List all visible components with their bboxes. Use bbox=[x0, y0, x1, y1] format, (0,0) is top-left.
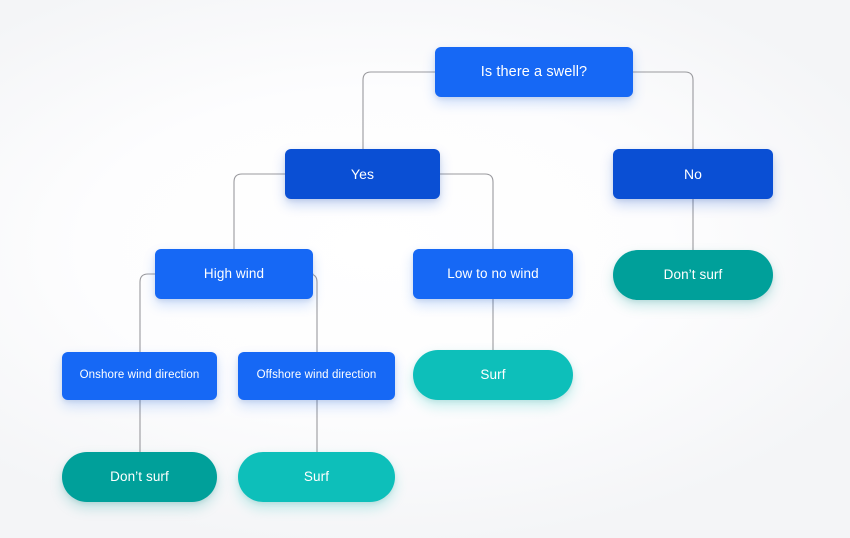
node-label: Don’t surf bbox=[110, 469, 169, 485]
node-yes[interactable]: Yes bbox=[285, 149, 440, 199]
node-high-wind[interactable]: High wind bbox=[155, 249, 313, 299]
node-label: Low to no wind bbox=[447, 266, 539, 282]
node-label: No bbox=[683, 165, 703, 182]
node-no-dont-surf[interactable]: Don’t surf bbox=[613, 250, 773, 300]
node-no[interactable]: No bbox=[613, 149, 773, 199]
node-label: Don’t surf bbox=[663, 267, 723, 283]
node-low-to-no-wind[interactable]: Low to no wind bbox=[413, 249, 573, 299]
edge-yes-to-high-wind bbox=[233, 173, 286, 250]
edge-root-to-yes bbox=[362, 71, 436, 150]
node-label: Surf bbox=[303, 469, 330, 485]
node-offshore-surf[interactable]: Surf bbox=[238, 452, 395, 502]
node-onshore-dont-surf[interactable]: Don’t surf bbox=[62, 452, 217, 502]
node-low-wind-surf[interactable]: Surf bbox=[413, 350, 573, 400]
edge-yes-to-low-wind bbox=[439, 173, 494, 250]
node-label: High wind bbox=[203, 266, 265, 282]
edge-root-to-no bbox=[632, 71, 694, 150]
node-label: Onshore wind direction bbox=[79, 369, 200, 382]
node-is-there-a-swell[interactable]: Is there a swell? bbox=[435, 47, 633, 97]
node-offshore-wind-direction[interactable]: Offshore wind direction bbox=[238, 352, 395, 400]
node-label: Yes bbox=[350, 165, 375, 182]
node-label: Offshore wind direction bbox=[256, 369, 377, 382]
edge-high-wind-to-onshore bbox=[139, 273, 156, 353]
diagram-canvas: Is there a swell? Yes No High wind Low t… bbox=[0, 0, 850, 538]
node-label: Is there a swell? bbox=[480, 63, 588, 80]
node-label: Surf bbox=[480, 367, 506, 383]
node-onshore-wind-direction[interactable]: Onshore wind direction bbox=[62, 352, 217, 400]
